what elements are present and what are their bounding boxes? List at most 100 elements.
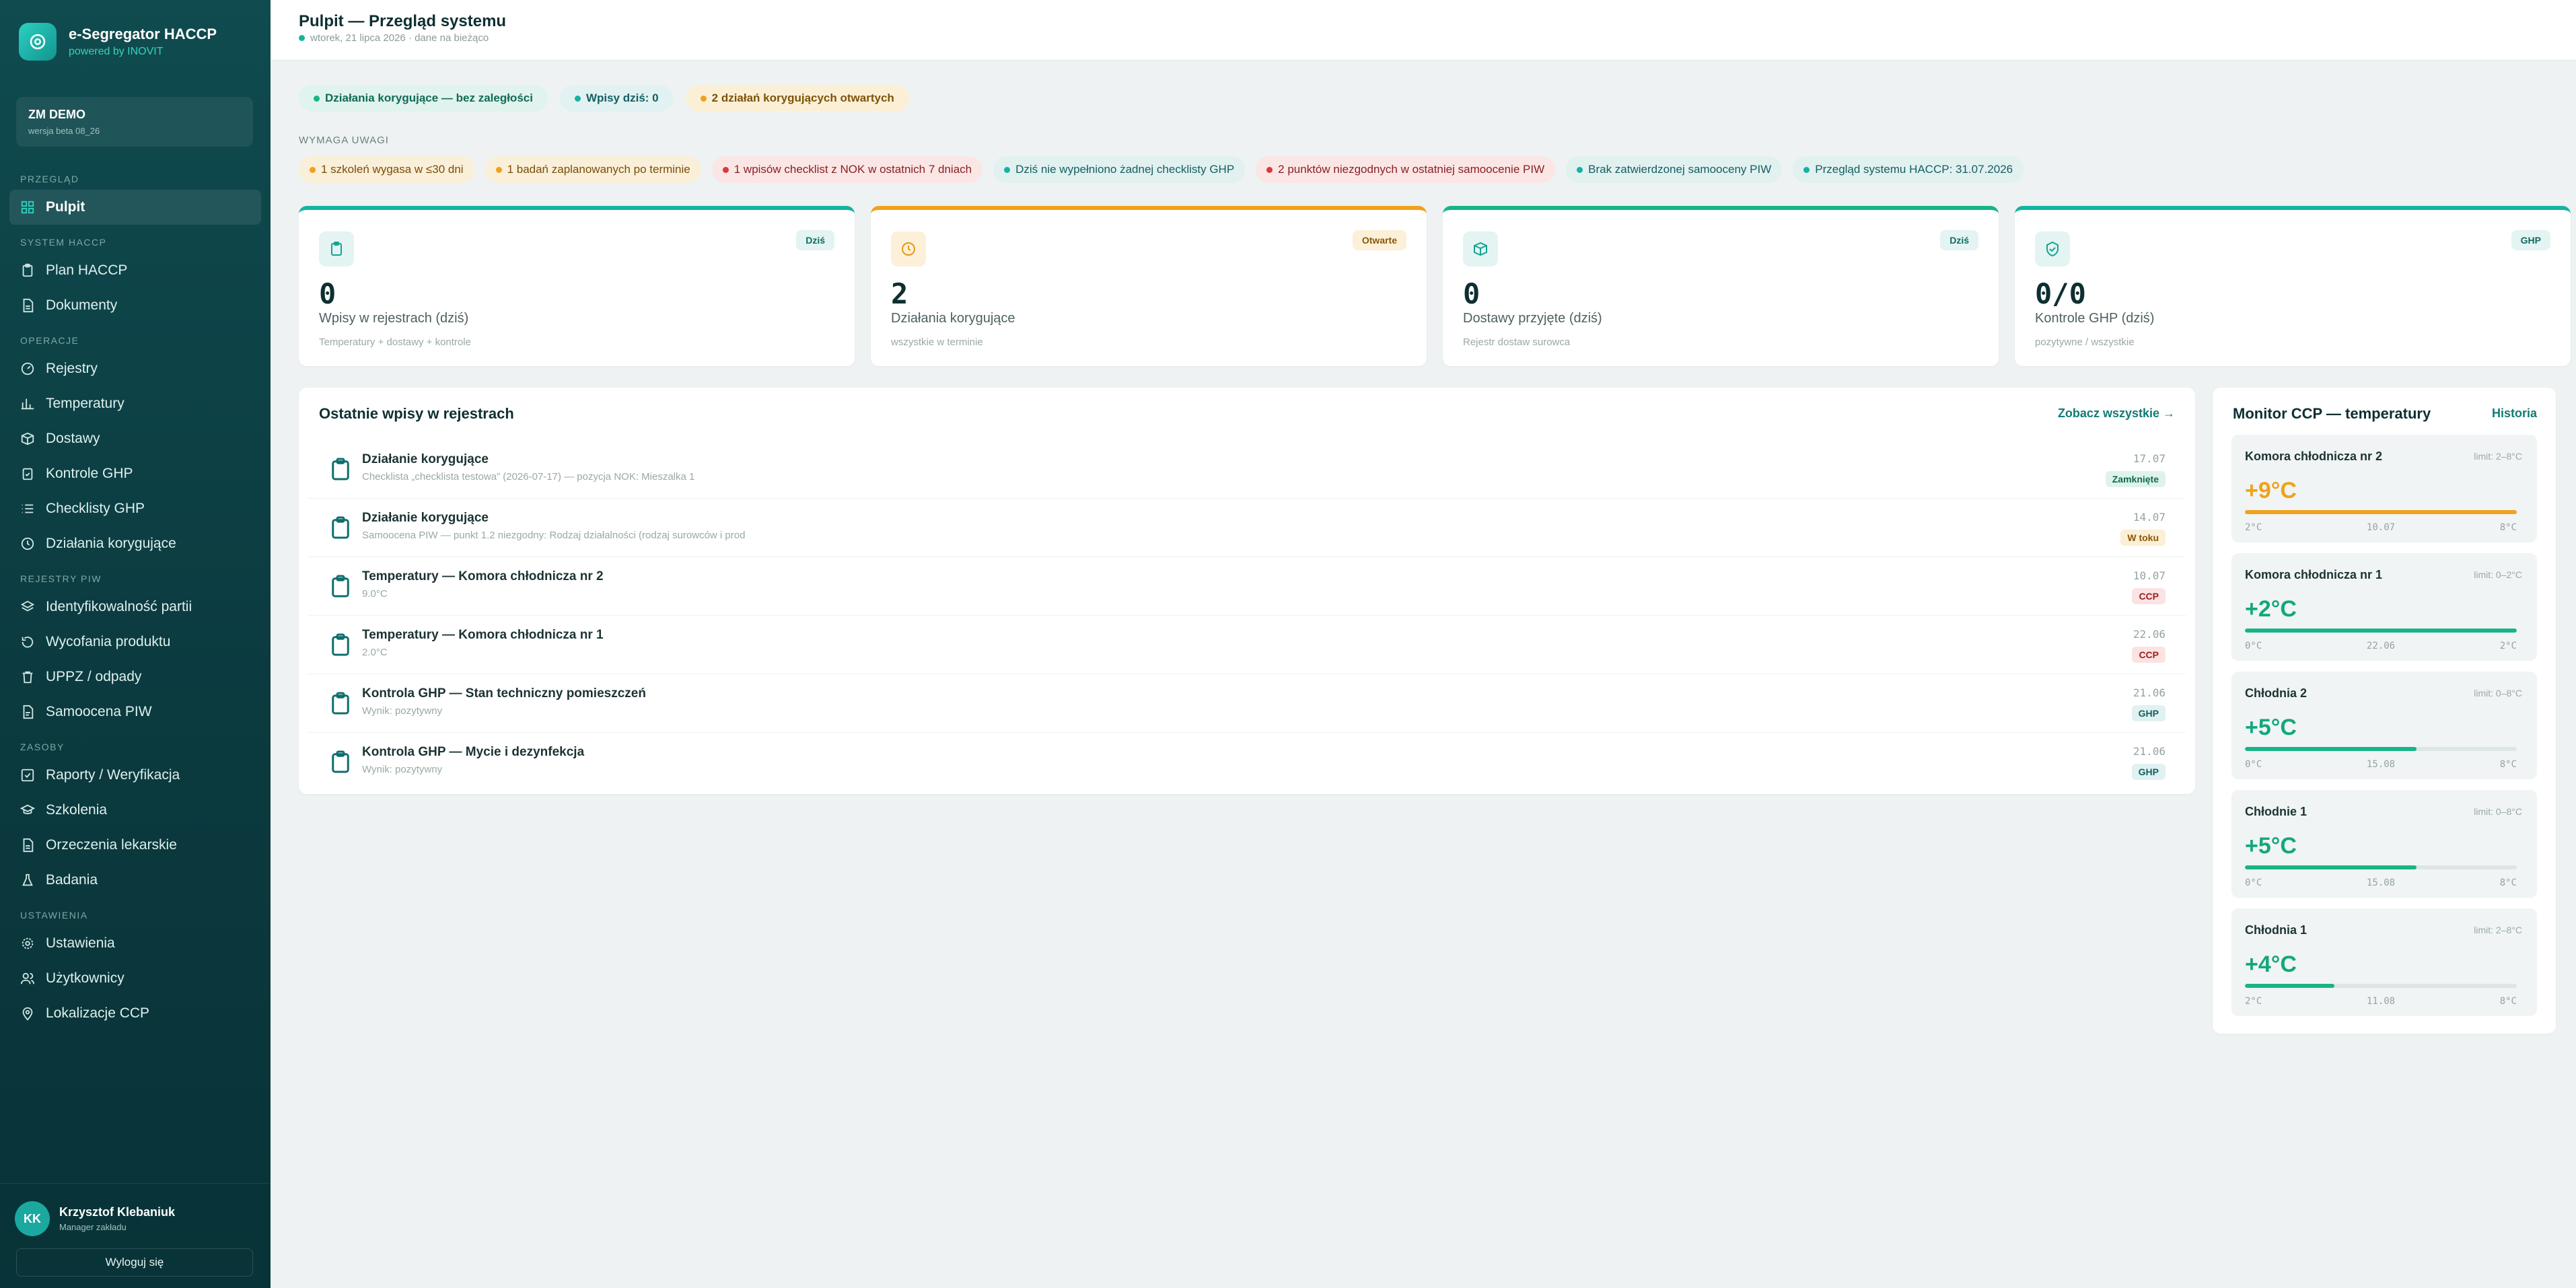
- document-icon: [20, 298, 35, 313]
- sensor-bar: [2245, 629, 2517, 633]
- entry-detail: Samoocena PIW — punkt 1.2 niezgodny: Rod…: [362, 530, 746, 541]
- sidebar-item-szkolenia[interactable]: Szkolenia: [9, 793, 261, 828]
- kpi-note: Rejestr dostaw surowca: [1463, 336, 1571, 348]
- sidebar-item-label: Orzeczenia lekarskie: [46, 837, 177, 853]
- users-icon: [20, 971, 35, 986]
- sensor-card[interactable]: Komora chłodnicza nr 1 limit: 0–2°C +2°C…: [2231, 553, 2537, 661]
- sidebar: e-Segregator HACCP powered by INOVIT ZM …: [0, 0, 271, 1288]
- avatar[interactable]: KK: [15, 1201, 50, 1236]
- app-version: wersja beta 08_26: [28, 126, 100, 136]
- kpi-card-deliveries[interactable]: Dziś 0 Dostawy przyjęte (dziś) Rejestr d…: [1443, 206, 1999, 366]
- sidebar-item-wycofania[interactable]: Wycofania produktu: [9, 624, 261, 659]
- sensor-date: 22.06: [2366, 641, 2396, 651]
- logout-button[interactable]: Wyloguj się: [16, 1248, 253, 1277]
- sidebar-item-lokalizacje[interactable]: Lokalizacje CCP: [9, 996, 261, 1031]
- plant-selector[interactable]: ZM DEMO wersja beta 08_26: [16, 97, 253, 147]
- warning-dot-icon: [495, 166, 502, 173]
- entry-title: Działanie korygujące: [362, 511, 489, 525]
- kpi-card-entries[interactable]: Dziś 0 Wpisy w rejestrach (dziś) Tempera…: [299, 206, 855, 366]
- sidebar-item-dzialania-korygujace[interactable]: Działania korygujące: [9, 526, 261, 561]
- sensor-bar: [2245, 747, 2517, 751]
- clock-icon: [20, 536, 35, 551]
- list-item[interactable]: Działanie korygujące Samoocena PIW — pun…: [308, 499, 2186, 557]
- list-item[interactable]: Temperatury — Komora chłodnicza nr 1 2.0…: [308, 616, 2186, 674]
- layers-icon: [20, 600, 35, 614]
- attention-item[interactable]: Brak zatwierdzonej samooceny PIW: [1566, 156, 1783, 183]
- sidebar-item-dostawy[interactable]: Dostawy: [9, 421, 261, 456]
- sidebar-item-checklisty-ghp[interactable]: Checklisty GHP: [9, 491, 261, 526]
- topbar: Pulpit — Przegląd systemu wtorek, 21 lip…: [271, 0, 2576, 61]
- sensor-card[interactable]: Chłodnie 1 limit: 0–8°C +5°C 0°C 15.08 8…: [2231, 790, 2537, 898]
- sidebar-item-label: Lokalizacje CCP: [46, 1005, 150, 1021]
- sidebar-item-badania[interactable]: Badania: [9, 863, 261, 898]
- sidebar-item-ustawienia[interactable]: Ustawienia: [9, 926, 261, 961]
- gear-icon: [20, 936, 35, 951]
- sidebar-item-pulpit[interactable]: Pulpit: [9, 190, 261, 225]
- user-panel: KK Krzysztof Klebaniuk Manager zakładu W…: [0, 1183, 271, 1288]
- sensor-name: Chłodnia 1: [2245, 923, 2307, 937]
- entry-title: Temperatury — Komora chłodnicza nr 2: [362, 569, 604, 583]
- list-item[interactable]: Temperatury — Komora chłodnicza nr 2 9.0…: [308, 557, 2186, 616]
- clipboard-icon: [328, 572, 353, 600]
- sensor-name: Chłodnie 1: [2245, 805, 2307, 818]
- sidebar-item-kontrole-ghp[interactable]: Kontrole GHP: [9, 456, 261, 491]
- app-subtitle: powered by INOVIT: [69, 46, 164, 57]
- brand[interactable]: e-Segregator HACCP powered by INOVIT: [19, 23, 217, 61]
- clipboard-icon: [328, 631, 353, 659]
- status-pill[interactable]: Działania korygujące — bez zaległości: [299, 85, 548, 112]
- history-link[interactable]: Historia: [2492, 406, 2537, 421]
- status-pill[interactable]: Wpisy dziś: 0: [559, 85, 674, 112]
- sensor-card[interactable]: Chłodnia 2 limit: 0–8°C +5°C 0°C 15.08 8…: [2231, 672, 2537, 779]
- status-badge: Zamknięte: [2105, 471, 2166, 487]
- attention-item[interactable]: 1 szkoleń wygasa w ≤30 dni: [299, 156, 474, 183]
- kpi-value: 0: [319, 277, 336, 310]
- user-role: Manager zakładu: [59, 1222, 127, 1232]
- sensor-card[interactable]: Komora chłodnicza nr 2 limit: 2–8°C +9°C…: [2231, 435, 2537, 542]
- sensor-scale: 0°C 15.08 8°C: [2245, 878, 2517, 888]
- attention-item[interactable]: 1 badań zaplanowanych po terminie: [485, 156, 701, 183]
- kpi-cards: Dziś 0 Wpisy w rejestrach (dziś) Tempera…: [299, 206, 2571, 366]
- attention-item[interactable]: Dziś nie wypełniono żadnej checklisty GH…: [993, 156, 1246, 183]
- sensor-limit: limit: 2–8°C: [2474, 451, 2522, 462]
- sidebar-item-dokumenty[interactable]: Dokumenty: [9, 288, 261, 323]
- entry-title: Kontrola GHP — Mycie i dezynfekcja: [362, 745, 585, 759]
- entries-list: Działanie korygujące Checklista „checkli…: [308, 440, 2186, 791]
- entry-detail: 2.0°C: [362, 647, 388, 658]
- sidebar-item-samoocena[interactable]: Samoocena PIW: [9, 694, 261, 729]
- nav-section-operacje: OPERACJE: [20, 335, 79, 346]
- attention-item[interactable]: 2 punktów niezgodnych w ostatniej samooc…: [1256, 156, 1556, 183]
- list-item[interactable]: Działanie korygujące Checklista „checkli…: [308, 440, 2186, 499]
- sidebar-item-uppz[interactable]: UPPZ / odpady: [9, 659, 261, 694]
- list-item[interactable]: Kontrola GHP — Mycie i dezynfekcja Wynik…: [308, 733, 2186, 791]
- sidebar-item-plan-haccp[interactable]: Plan HACCP: [9, 253, 261, 288]
- kpi-card-ghp[interactable]: GHP 0/0 Kontrole GHP (dziś) pozytywne / …: [2015, 206, 2571, 366]
- sidebar-item-raporty[interactable]: Raporty / Weryfikacja: [9, 758, 261, 793]
- document-icon: [20, 838, 35, 853]
- see-all-link[interactable]: Zobacz wszystkie →: [2058, 406, 2175, 421]
- status-pill-label: Wpisy dziś: 0: [585, 92, 659, 104]
- kpi-note: Temperatury + dostawy + kontrole: [319, 336, 471, 348]
- sidebar-item-uzytkownicy[interactable]: Użytkownicy: [9, 961, 261, 996]
- sidebar-item-temperatury[interactable]: Temperatury: [9, 386, 261, 421]
- sidebar-item-orzeczenia[interactable]: Orzeczenia lekarskie: [9, 828, 261, 863]
- entry-detail: Wynik: pozytywny: [362, 764, 443, 775]
- kpi-card-corrective[interactable]: Otwarte 2 Działania korygujące wszystkie…: [871, 206, 1427, 366]
- sensor-max: 8°C: [2499, 759, 2517, 770]
- trash-icon: [20, 670, 35, 684]
- attention-item[interactable]: Przegląd systemu HACCP: 31.07.2026: [1793, 156, 2024, 183]
- list-icon: [20, 501, 35, 516]
- sidebar-item-rejestry[interactable]: Rejestry: [9, 351, 261, 386]
- sensor-bar-fill: [2245, 510, 2517, 514]
- list-item[interactable]: Kontrola GHP — Stan techniczny pomieszcz…: [308, 674, 2186, 733]
- sensor-card[interactable]: Chłodnia 1 limit: 2–8°C +4°C 2°C 11.08 8…: [2231, 908, 2537, 1016]
- sidebar-item-identyfikowalnosc[interactable]: Identyfikowalność partii: [9, 589, 261, 624]
- sensor-bar-fill: [2245, 629, 2517, 633]
- kpi-note: wszystkie w terminie: [891, 336, 983, 348]
- status-pill[interactable]: 2 działań korygujących otwartych: [685, 85, 909, 112]
- attention-item[interactable]: 1 wpisów checklist z NOK w ostatnich 7 d…: [711, 156, 983, 183]
- sensor-date: 15.08: [2366, 878, 2396, 888]
- sidebar-item-label: Temperatury: [46, 396, 124, 411]
- kpi-badge: Dziś: [796, 230, 834, 250]
- entry-date: 21.06: [2133, 745, 2166, 758]
- sensor-bar: [2245, 984, 2517, 988]
